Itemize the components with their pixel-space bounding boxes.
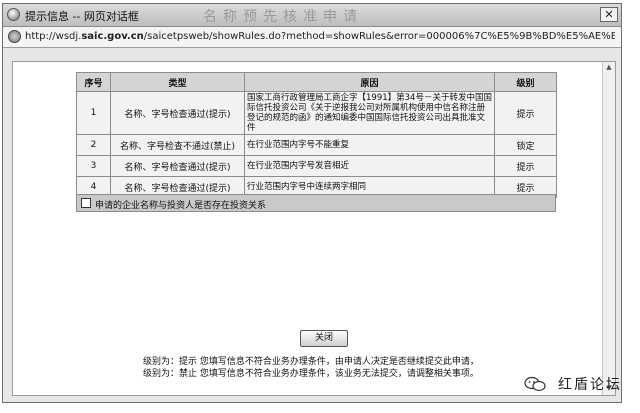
note-forbid-level: 级别为：禁止 您填写信息不符合业务办理条件，该业务无法提交，请调整相关事项。 (143, 369, 479, 379)
background-heading: 名称预先核准申请 (203, 9, 363, 25)
row-level: 提示 (494, 155, 557, 177)
table-header-row: 序号 类型 原因 级别 (76, 72, 557, 92)
row-type: 名称、字号检查通过(提示) (110, 91, 245, 135)
title-bar[interactable]: 提示信息 -- 网页对话框 名称预先核准申请 ✕ (3, 4, 621, 27)
row-reason: 在行业范围内字号发音相近 (244, 155, 495, 177)
header-type: 类型 (110, 72, 245, 92)
row-level: 锁定 (494, 134, 557, 156)
row-type: 名称、字号检查通过(提示) (110, 155, 245, 177)
scroll-up-icon[interactable]: ▲ (604, 63, 614, 73)
watermark-text: 红盾论坛 (558, 377, 622, 393)
table-row: 3 名称、字号检查通过(提示) 在行业范围内字号发音相近 提示 (76, 155, 557, 177)
close-button[interactable]: 关闭 (300, 330, 348, 347)
header-no: 序号 (76, 72, 111, 92)
wechat-icon (524, 376, 546, 392)
header-level: 级别 (494, 72, 557, 92)
table-row: 2 名称、字号检查不通过(禁止) 在行业范围内字号不能重复 锁定 (76, 134, 557, 156)
investment-relation-row: 申请的企业名称与投资人是否存在投资关系 (76, 194, 556, 212)
content-panel: 序号 类型 原因 级别 1 名称、字号检查通过(提示) 国家工商行政管理局工商企… (12, 61, 616, 396)
row-level: 提示 (494, 91, 557, 135)
window-close-button[interactable]: ✕ (600, 7, 618, 22)
table-row: 1 名称、字号检查通过(提示) 国家工商行政管理局工商企字【1991】第34号－… (76, 91, 557, 135)
address-bar: http://wsdj.saic.gov.cn/saicetpsweb/show… (3, 27, 621, 48)
row-type: 名称、字号检查不通过(禁止) (110, 134, 245, 156)
vertical-scrollbar[interactable]: ▲ ▼ (602, 62, 615, 395)
row-no: 1 (76, 91, 111, 135)
header-reason: 原因 (244, 72, 495, 92)
investment-relation-label: 申请的企业名称与投资人是否存在投资关系 (95, 201, 267, 211)
globe-icon (8, 30, 21, 43)
rules-table: 序号 类型 原因 级别 1 名称、字号检查通过(提示) 国家工商行政管理局工商企… (76, 72, 557, 198)
row-reason: 在行业范围内字号不能重复 (244, 134, 495, 156)
row-reason: 国家工商行政管理局工商企字【1991】第34号－关于转发中国国际信托投资公司《关… (244, 91, 495, 135)
row-no: 2 (76, 134, 111, 156)
app-icon (7, 8, 20, 21)
investment-relation-checkbox[interactable] (81, 198, 91, 208)
url-text: http://wsdj.saic.gov.cn/saicetpsweb/show… (25, 31, 615, 42)
window-title: 提示信息 -- 网页对话框 (25, 10, 139, 23)
row-no: 3 (76, 155, 111, 177)
dialog-window: 提示信息 -- 网页对话框 名称预先核准申请 ✕ http://wsdj.sai… (2, 3, 622, 403)
